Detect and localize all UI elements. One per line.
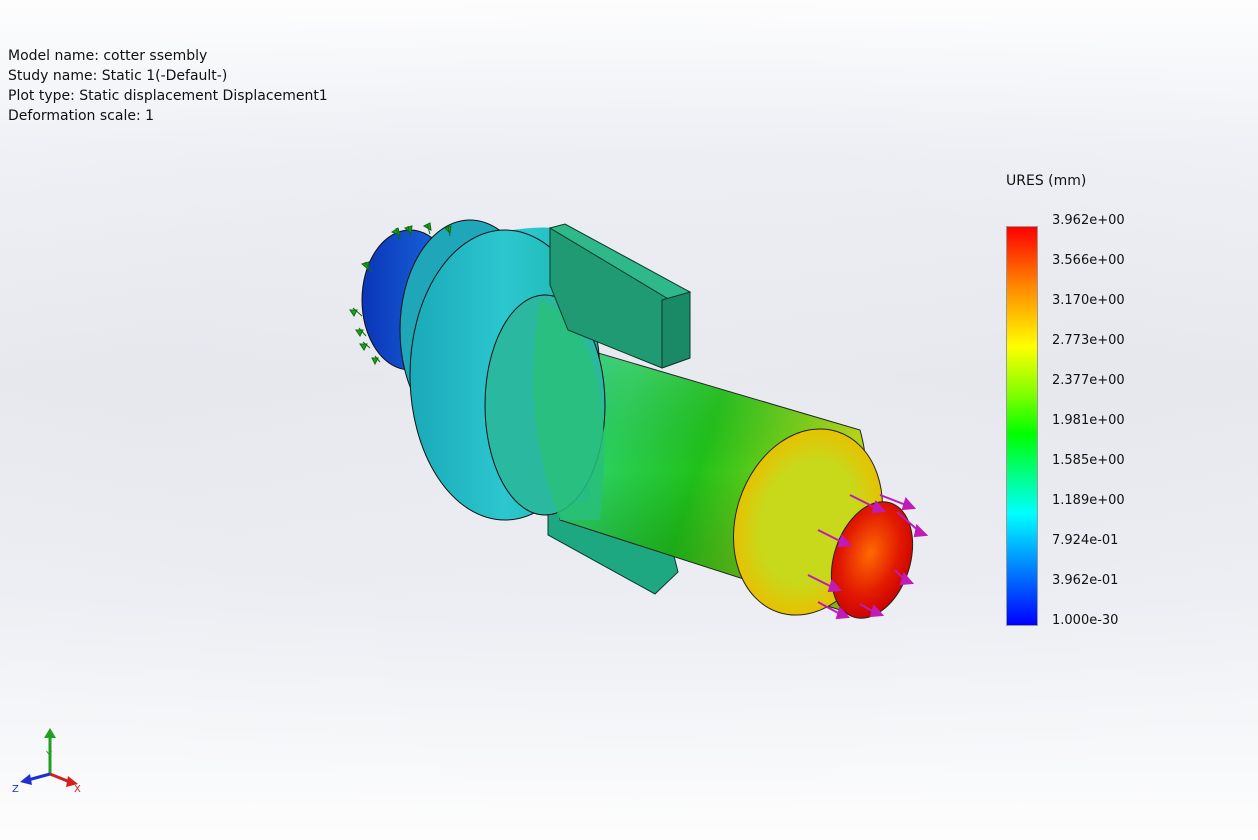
legend-tick: 1.000e-30 (1052, 613, 1119, 628)
triad-z-label: Z (12, 784, 19, 795)
legend-tick: 3.566e+00 (1052, 253, 1125, 268)
triad-x-label: X (74, 784, 81, 795)
legend-tick: 7.924e-01 (1052, 533, 1119, 548)
legend-tick: 1.981e+00 (1052, 413, 1125, 428)
legend-tick: 2.773e+00 (1052, 333, 1125, 348)
legend-tick: 3.962e-01 (1052, 573, 1119, 588)
legend-tick: 1.585e+00 (1052, 453, 1125, 468)
triad-y-label: Y (45, 750, 53, 761)
legend-tick: 3.170e+00 (1052, 293, 1125, 308)
legend-tick: 3.962e+00 (1052, 213, 1125, 228)
color-scale-bar (1006, 226, 1038, 626)
axis-triad-icon[interactable]: Y Z X (8, 724, 98, 804)
legend-tick: 1.189e+00 (1052, 493, 1125, 508)
legend-tick: 2.377e+00 (1052, 373, 1125, 388)
legend-title: URES (mm) (1006, 173, 1087, 189)
